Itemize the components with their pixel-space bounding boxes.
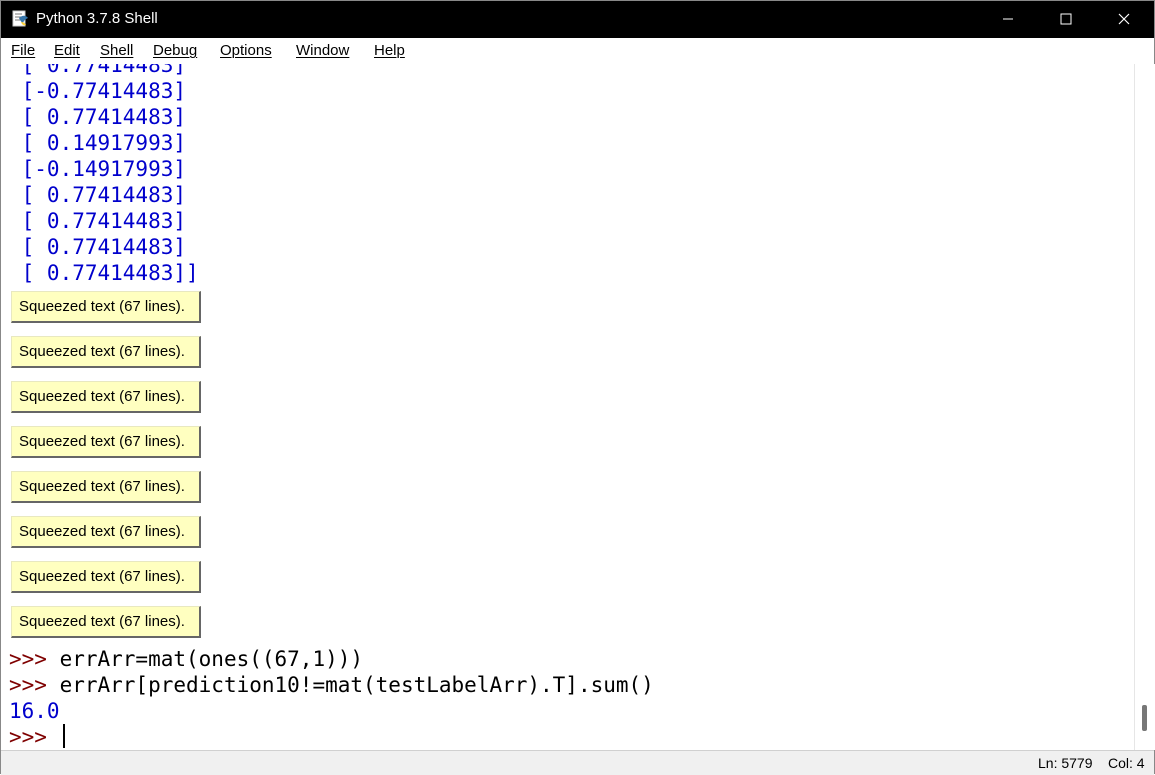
squeezed-text-button[interactable]: Squeezed text (67 lines).: [11, 426, 201, 458]
squeezed-text-button[interactable]: Squeezed text (67 lines).: [11, 336, 201, 368]
command-line: >>> errArr[prediction10!=mat(testLabelAr…: [9, 672, 654, 698]
output-line: [ 0.77414483]: [9, 64, 187, 77]
shell-prompt: >>>: [9, 673, 60, 697]
command-line: >>> errArr=mat(ones((67,1))): [9, 646, 363, 672]
scrollbar-thumb[interactable]: [1142, 705, 1147, 731]
close-button[interactable]: [1095, 1, 1153, 38]
squeezed-text-button[interactable]: Squeezed text (67 lines).: [11, 471, 201, 503]
column-number: Col: 4: [1108, 755, 1145, 771]
maximize-button[interactable]: [1037, 1, 1095, 38]
window-title: Python 3.7.8 Shell: [36, 10, 158, 27]
output-line: [ 0.77414483]]: [9, 261, 199, 285]
menu-options[interactable]: Options: [220, 42, 272, 59]
current-input-line[interactable]: >>>: [9, 724, 60, 750]
title-bar[interactable]: Python 3.7.8 Shell: [1, 1, 1154, 38]
squeezed-text-button[interactable]: Squeezed text (67 lines).: [11, 606, 201, 638]
squeezed-text-button[interactable]: Squeezed text (67 lines).: [11, 516, 201, 548]
minimize-icon: [1002, 10, 1014, 29]
command-code: errArr=mat(ones((67,1))): [59, 647, 364, 671]
output-line: [-0.77414483]: [9, 79, 187, 103]
squeezed-text-button[interactable]: Squeezed text (67 lines).: [11, 291, 201, 323]
line-number: Ln: 5779: [1038, 755, 1093, 771]
command-code: errArr[prediction10!=mat(testLabelArr).T…: [59, 673, 654, 697]
vertical-scrollbar[interactable]: [1134, 64, 1155, 750]
menu-edit[interactable]: Edit: [54, 42, 80, 59]
result-line: 16.0: [9, 699, 60, 723]
maximize-icon: [1060, 10, 1072, 29]
menu-window[interactable]: Window: [296, 42, 349, 59]
shell-prompt: >>>: [9, 725, 60, 749]
shell-prompt: >>>: [9, 647, 60, 671]
output-line: [ 0.77414483]: [9, 235, 187, 259]
menu-help[interactable]: Help: [374, 42, 405, 59]
shell-text-area[interactable]: [ 0.77414483] [-0.77414483] [ 0.77414483…: [1, 64, 1134, 750]
menu-shell[interactable]: Shell: [100, 42, 133, 59]
squeezed-text-button[interactable]: Squeezed text (67 lines).: [11, 381, 201, 413]
text-cursor: [63, 724, 65, 748]
output-line: [ 0.14917993]: [9, 131, 187, 155]
menu-debug[interactable]: Debug: [153, 42, 197, 59]
python-shell-window: Python 3.7.8 Shell File Edit Shell Debug…: [0, 0, 1155, 775]
output-line: [ 0.77414483]: [9, 105, 187, 129]
squeezed-text-button[interactable]: Squeezed text (67 lines).: [11, 561, 201, 593]
menu-file[interactable]: File: [11, 42, 35, 59]
status-bar: Ln: 5779 Col: 4: [1, 750, 1154, 775]
output-line: [-0.14917993]: [9, 157, 187, 181]
output-line: [ 0.77414483]: [9, 209, 187, 233]
minimize-button[interactable]: [979, 1, 1037, 38]
output-line: [ 0.77414483]: [9, 183, 187, 207]
python-feather-icon: [11, 10, 29, 28]
close-icon: [1118, 10, 1130, 29]
menu-bar: File Edit Shell Debug Options Window Hel…: [1, 38, 1154, 65]
